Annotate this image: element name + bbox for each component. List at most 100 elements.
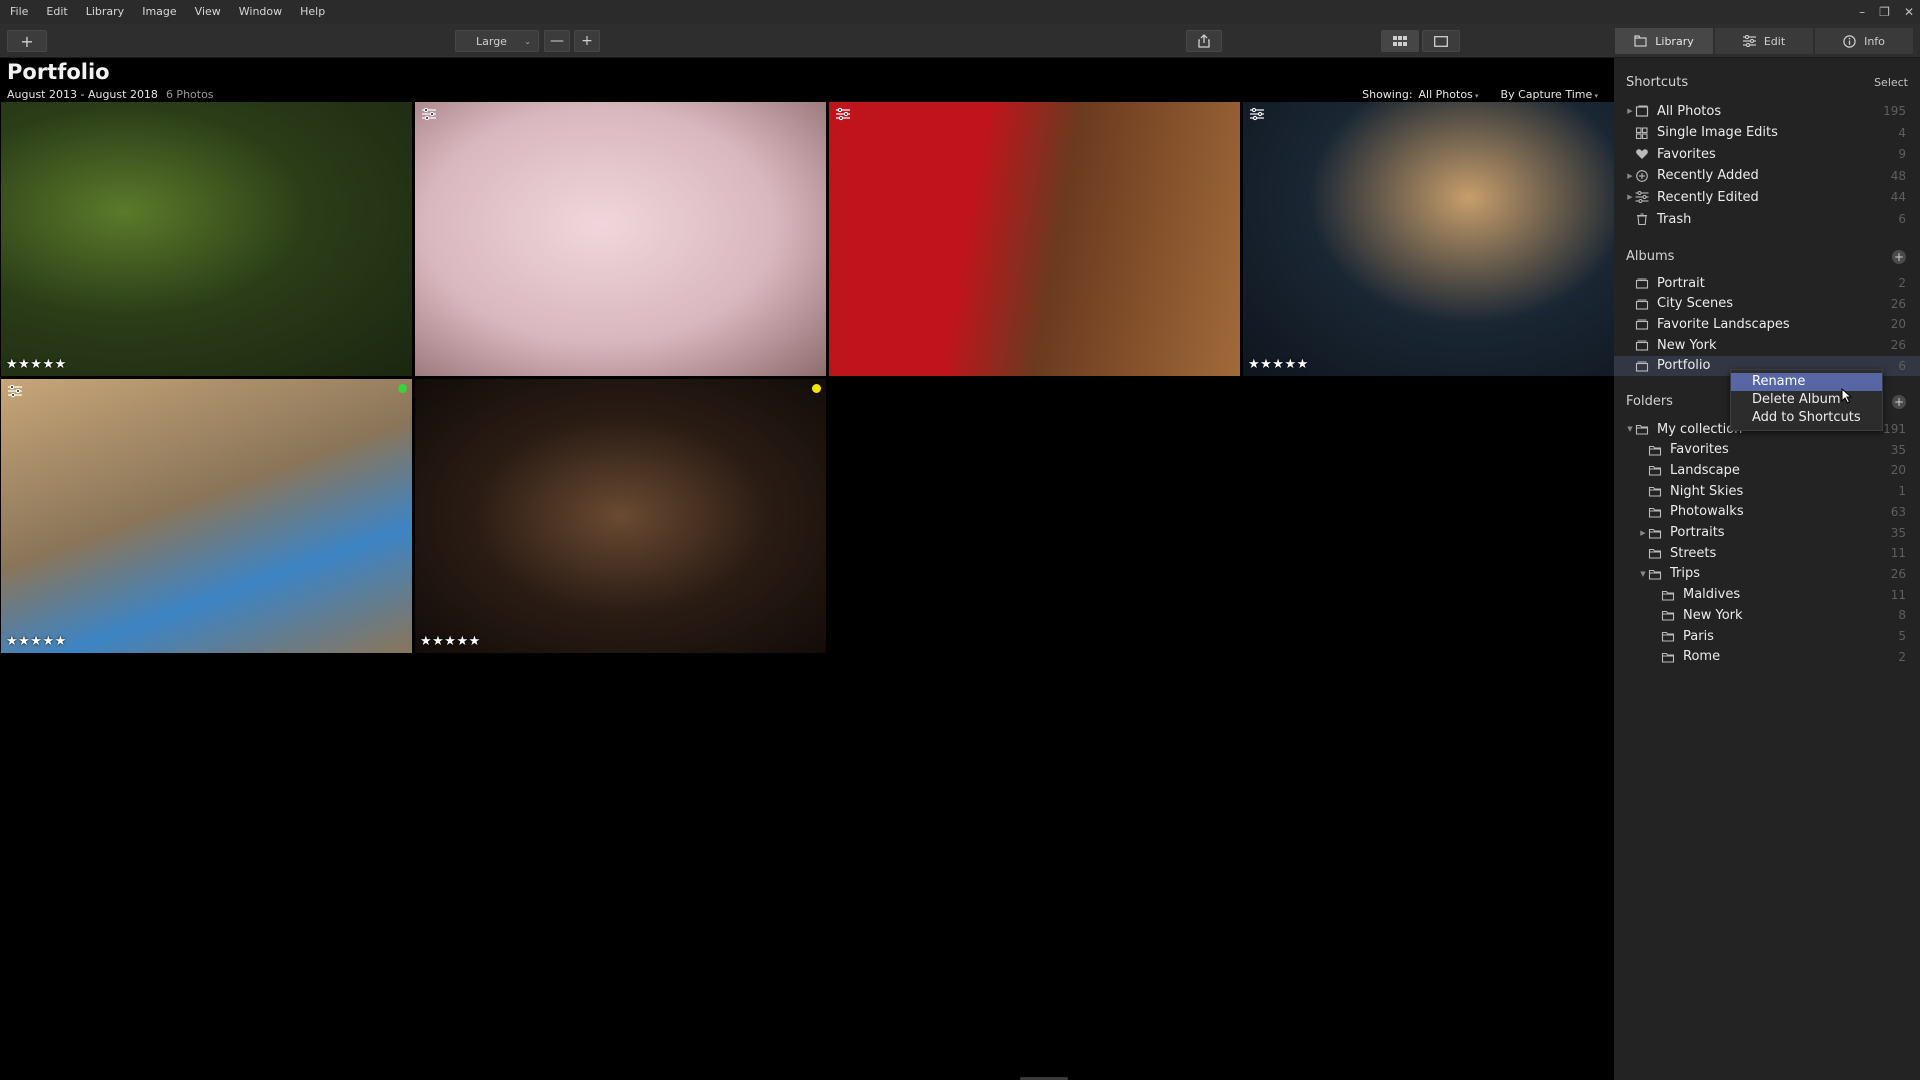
library-sidebar: Shortcuts Select Albums + Folders + ▶ All…	[1614, 58, 1920, 1080]
single-view-button[interactable]	[1422, 30, 1460, 52]
grid-view-button[interactable]	[1381, 30, 1419, 52]
add-folder-button[interactable]: +	[1892, 395, 1906, 409]
menu-help[interactable]: Help	[291, 0, 334, 24]
menu-edit[interactable]: Edit	[37, 0, 76, 24]
showing-filter-dropdown[interactable]: All Photos ▾	[1419, 88, 1479, 101]
item-count: 26	[1890, 296, 1906, 311]
share-button[interactable]	[1186, 30, 1222, 52]
minimize-button[interactable]: –	[1859, 5, 1865, 19]
sort-dropdown[interactable]: By Capture Time ▾	[1501, 88, 1598, 101]
item-count: 20	[1890, 317, 1906, 332]
folder-icon	[1661, 590, 1675, 601]
menu-view[interactable]: View	[186, 0, 230, 24]
item-count: 4	[1898, 125, 1906, 140]
item-count: 26	[1890, 338, 1906, 353]
showing-filter-value: All Photos	[1418, 88, 1473, 101]
context-menu-rename[interactable]: Rename	[1731, 373, 1882, 391]
folder-night-skies[interactable]: Night Skies 1	[1614, 481, 1920, 501]
filter-bar: Showing: All Photos ▾ By Capture Time ▾	[1362, 88, 1598, 101]
photo-browser: Portfolio August 2013 - August 2018 6 Pho…	[0, 58, 1654, 1080]
shortcut-all-photos[interactable]: ▶ All Photos 195	[1614, 101, 1920, 121]
edited-sliders-icon	[1250, 107, 1264, 121]
folder-maldives[interactable]: Maldives 11	[1614, 585, 1920, 605]
folder-streets[interactable]: Streets 11	[1614, 543, 1920, 563]
shortcut-recently-added[interactable]: ▶ Recently Added 48	[1614, 166, 1920, 186]
item-count: 195	[1883, 104, 1906, 118]
photo-thumbnail-woman-cherry-blossoms[interactable]	[415, 102, 826, 376]
add-album-button[interactable]: +	[1892, 250, 1906, 264]
item-label: Recently Edited	[1657, 189, 1759, 205]
shortcuts-select-button[interactable]: Select	[1874, 76, 1908, 89]
folder-trips[interactable]: ▼ Trips 26	[1614, 564, 1920, 584]
photo-thumbnail-mossy-forest[interactable]: ★★★★★	[1, 102, 412, 376]
thumbnail-size-value: Large	[476, 34, 507, 48]
menu-window[interactable]: Window	[230, 0, 291, 24]
photo-thumbnail-geisha-red-umbrella[interactable]	[829, 102, 1240, 376]
star-rating[interactable]: ★★★★★	[6, 634, 67, 649]
album-new-york[interactable]: New York 26	[1614, 335, 1920, 355]
folder-photowalks[interactable]: Photowalks 63	[1614, 502, 1920, 522]
tab-edit[interactable]: Edit	[1715, 28, 1813, 54]
folder-favorites[interactable]: Favorites 35	[1614, 440, 1920, 460]
shortcut-single-image-edits[interactable]: Single Image Edits 4	[1614, 123, 1920, 143]
star-rating[interactable]: ★★★★★	[1248, 357, 1309, 372]
item-label: All Photos	[1657, 103, 1722, 119]
item-count: 1	[1898, 484, 1906, 499]
menu-file[interactable]: File	[0, 0, 37, 24]
shortcut-favorites[interactable]: Favorites 9	[1614, 144, 1920, 164]
sliders-icon	[1635, 191, 1649, 204]
item-label: New York	[1657, 337, 1717, 353]
plus-circle-icon	[1636, 169, 1648, 182]
item-count: 2	[1898, 276, 1906, 290]
restore-button[interactable]: ❐	[1879, 5, 1890, 19]
disclosure-triangle-icon[interactable]: ▼	[1638, 570, 1648, 578]
album-favorite-landscapes[interactable]: Favorite Landscapes 20	[1614, 314, 1920, 334]
shortcut-trash[interactable]: Trash 6	[1614, 209, 1920, 229]
photo-thumbnail-couple-bicycles[interactable]: ★★★★★	[1, 379, 412, 653]
folder-rome[interactable]: Rome 2	[1614, 647, 1920, 667]
showing-label: Showing:	[1362, 88, 1413, 101]
context-menu-add-to-shortcuts[interactable]: Add to Shortcuts	[1731, 409, 1882, 427]
album-photo-count: 6 Photos	[165, 88, 214, 101]
edited-sliders-icon	[836, 107, 850, 121]
trash-icon	[1637, 213, 1647, 225]
item-count: 6	[1898, 212, 1906, 226]
context-menu-delete-album[interactable]: Delete Album	[1731, 391, 1882, 409]
folder-landscape[interactable]: Landscape 20	[1614, 460, 1920, 480]
disclosure-triangle-icon[interactable]: ▶	[1625, 107, 1635, 115]
photo-image	[829, 102, 1240, 376]
folder-paris[interactable]: Paris 5	[1614, 626, 1920, 646]
zoom-out-button[interactable]: —	[544, 30, 570, 52]
disclosure-triangle-icon[interactable]: ▼	[1625, 425, 1635, 433]
thumbnail-size-select[interactable]: Large ⌄	[455, 30, 539, 52]
menu-image[interactable]: Image	[133, 0, 185, 24]
disclosure-triangle-icon[interactable]: ▶	[1625, 172, 1635, 180]
album-portrait[interactable]: Portrait 2	[1614, 273, 1920, 293]
disclosure-triangle-icon[interactable]: ▶	[1638, 529, 1648, 537]
star-rating[interactable]: ★★★★★	[6, 357, 67, 372]
albums-title: Albums	[1626, 249, 1675, 264]
photo-thumbnail-eagle-hunters[interactable]: ★★★★★	[415, 379, 826, 653]
item-label: Trash	[1657, 211, 1692, 227]
item-label: Recently Added	[1657, 168, 1759, 184]
close-button[interactable]: ✕	[1904, 5, 1914, 19]
tab-info-label: Info	[1864, 34, 1885, 48]
star-rating[interactable]: ★★★★★	[420, 634, 481, 649]
tab-library[interactable]: Library	[1615, 28, 1713, 54]
zoom-in-button[interactable]: +	[574, 30, 600, 52]
shortcut-recently-edited[interactable]: ▶ Recently Edited 44	[1614, 187, 1920, 207]
disclosure-triangle-icon[interactable]: ▶	[1625, 193, 1635, 201]
photo-image	[1243, 102, 1654, 376]
item-label: New York	[1683, 607, 1743, 623]
menu-library[interactable]: Library	[77, 0, 133, 24]
folder-portraits[interactable]: ▶ Portraits 35	[1614, 523, 1920, 543]
item-label: Paris	[1683, 628, 1714, 644]
photo-thumbnail-blonde-portrait[interactable]: ★★★★★	[1243, 102, 1654, 376]
tab-info[interactable]: Info	[1815, 28, 1913, 54]
item-count: 44	[1890, 190, 1906, 205]
add-photos-button[interactable]: +	[7, 30, 47, 52]
info-icon	[1843, 34, 1856, 48]
folder-new-york[interactable]: New York 8	[1614, 605, 1920, 625]
item-label: City Scenes	[1657, 296, 1734, 312]
album-city-scenes[interactable]: City Scenes 26	[1614, 294, 1920, 314]
